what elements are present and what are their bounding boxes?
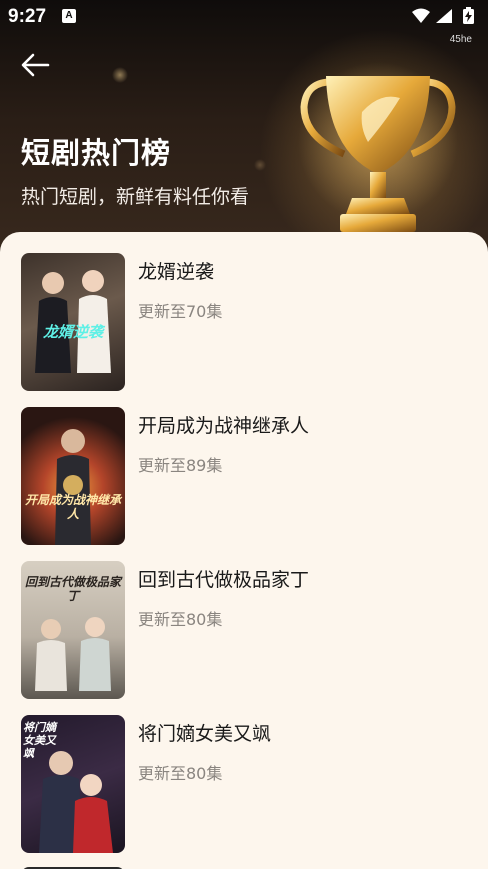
page-subtitle: 热门短剧，新鲜有料任你看 — [21, 186, 250, 208]
arrow-left-icon — [21, 53, 50, 77]
cover-figures — [55, 429, 91, 545]
cover-title: 开局成为战神继承人 — [25, 493, 122, 521]
drama-cover: 开局成为战神继承人 — [21, 407, 125, 545]
status-time: 9:27 — [8, 6, 47, 27]
status-bar: 9:27 A 45he — [0, 0, 488, 45]
drama-cover: 将门嫡女美又飒 — [21, 715, 125, 853]
list-item[interactable]: 将门嫡女美又飒 将门嫡女美又飒 更新至80集 — [21, 715, 481, 855]
status-sub-label: 45he — [449, 34, 472, 45]
trophy-icon — [298, 62, 458, 232]
drama-title: 龙婿逆袭 — [138, 261, 215, 283]
list-item[interactable]: 回到古代做极品家丁 回到古代做极品家丁 更新至80集 — [21, 561, 481, 701]
list-item[interactable]: 龙婿逆袭 龙婿逆袭 更新至70集 — [21, 253, 481, 393]
notification-a-icon: A — [62, 9, 76, 23]
drama-episode-status: 更新至70集 — [138, 302, 223, 321]
back-button[interactable] — [18, 50, 54, 80]
drama-cover: 龙婿逆袭 — [21, 253, 125, 391]
status-icons — [412, 7, 474, 24]
list-item[interactable]: 开局成为战神继承人 开局成为战神继承人 更新至89集 — [21, 407, 481, 547]
page-title: 短剧热门榜 — [21, 136, 172, 170]
drama-title: 开局成为战神继承人 — [138, 415, 310, 437]
cover-title: 龙婿逆袭 — [42, 323, 103, 341]
drama-cover: 回到古代做极品家丁 — [21, 561, 125, 699]
battery-charging-icon — [463, 7, 474, 24]
cover-title: 回到古代做极品家丁 — [25, 575, 122, 603]
drama-episode-status: 更新至80集 — [138, 610, 223, 629]
cover-title: 将门嫡女美又飒 — [23, 721, 56, 760]
drama-episode-status: 更新至89集 — [138, 456, 223, 475]
drama-list: 龙婿逆袭 龙婿逆袭 更新至70集 开局成为战神继承人 开局成为战神继承人 更新至… — [0, 232, 488, 869]
drama-episode-status: 更新至80集 — [138, 764, 223, 783]
signal-icon — [436, 9, 452, 23]
drama-title: 将门嫡女美又飒 — [138, 723, 272, 745]
wifi-icon — [412, 8, 430, 23]
drama-title: 回到古代做极品家丁 — [138, 569, 310, 591]
cover-figures — [35, 270, 111, 373]
